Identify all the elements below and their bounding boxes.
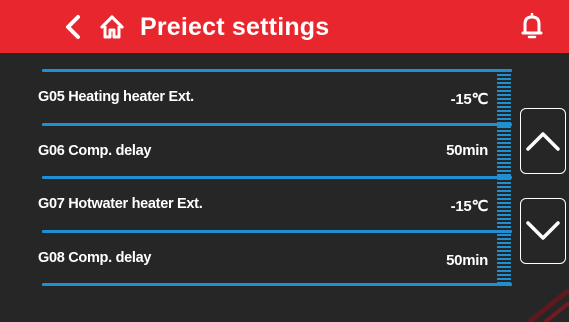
scale-tick bbox=[497, 178, 511, 180]
scale-tick bbox=[497, 258, 511, 260]
scale-tick bbox=[497, 174, 511, 176]
scale-tick bbox=[497, 130, 511, 132]
scale-tick bbox=[497, 138, 511, 140]
row-divider bbox=[42, 123, 512, 126]
scale-tick bbox=[497, 250, 511, 252]
row-divider bbox=[42, 69, 512, 72]
scale-tick bbox=[497, 82, 511, 84]
chevron-left-icon[interactable] bbox=[62, 14, 84, 40]
scale-tick bbox=[497, 102, 511, 104]
page-title: Preiect settings bbox=[140, 13, 330, 41]
scale-tick bbox=[497, 78, 511, 80]
scale-tick bbox=[497, 234, 511, 236]
row-divider bbox=[42, 283, 512, 286]
scale-tick bbox=[497, 110, 511, 112]
setting-label: G08 Comp. delay bbox=[38, 250, 152, 266]
row-divider bbox=[42, 176, 512, 179]
scale-tick bbox=[497, 246, 511, 248]
scale-tick bbox=[497, 94, 511, 96]
scale-tick bbox=[497, 146, 511, 148]
scale-tick bbox=[497, 74, 511, 76]
scale-tick bbox=[497, 114, 511, 116]
scale-tick bbox=[497, 134, 511, 136]
setting-value[interactable]: -15℃ bbox=[451, 195, 489, 219]
scale-tick bbox=[497, 226, 511, 228]
scale-tick bbox=[497, 214, 511, 216]
scale-tick bbox=[497, 186, 511, 188]
scale-tick bbox=[497, 118, 511, 120]
scale-tick bbox=[497, 218, 511, 220]
scale-tick bbox=[497, 190, 511, 192]
scale-tick bbox=[497, 210, 511, 212]
chevron-down-icon bbox=[526, 221, 560, 240]
scale-tick bbox=[497, 222, 511, 224]
setting-value[interactable]: -15℃ bbox=[451, 88, 489, 112]
scale-tick bbox=[497, 158, 511, 160]
scale-tick bbox=[497, 142, 511, 144]
scale-tick bbox=[497, 262, 511, 264]
scale-tick bbox=[497, 122, 511, 124]
setting-label: G07 Hotwater heater Ext. bbox=[38, 196, 203, 212]
setting-value[interactable]: 50min bbox=[446, 249, 488, 273]
scroll-down-button[interactable] bbox=[520, 198, 566, 264]
scale-tick bbox=[497, 86, 511, 88]
scale-tick bbox=[497, 202, 511, 204]
scale-tick bbox=[497, 194, 511, 196]
scale-tick bbox=[497, 206, 511, 208]
scale-tick bbox=[497, 166, 511, 168]
scale-tick bbox=[497, 98, 511, 100]
scale-tick bbox=[497, 106, 511, 108]
scale-tick bbox=[497, 238, 511, 240]
scale-tick bbox=[497, 230, 511, 232]
scale-tick bbox=[497, 242, 511, 244]
scale-tick bbox=[497, 266, 511, 268]
chevron-up-icon bbox=[526, 132, 560, 151]
header-bar: Preiect settings bbox=[0, 0, 569, 53]
scroll-up-button[interactable] bbox=[520, 108, 566, 174]
scale-tick bbox=[497, 150, 511, 152]
scale-tick bbox=[497, 162, 511, 164]
scale-tick bbox=[497, 182, 511, 184]
row-divider bbox=[42, 230, 512, 233]
setting-label: G05 Heating heater Ext. bbox=[38, 89, 194, 105]
scale-tick bbox=[497, 198, 511, 200]
scale-tick bbox=[497, 90, 511, 92]
setting-value[interactable]: 50min bbox=[446, 139, 488, 163]
scale-tick bbox=[497, 170, 511, 172]
home-icon[interactable] bbox=[99, 14, 125, 40]
scale-tick bbox=[497, 254, 511, 256]
decorative-stripes bbox=[527, 288, 569, 322]
bell-icon[interactable] bbox=[521, 13, 543, 39]
scale-tick bbox=[497, 126, 511, 128]
setting-label: G06 Comp. delay bbox=[38, 143, 152, 159]
scale-tick bbox=[497, 154, 511, 156]
